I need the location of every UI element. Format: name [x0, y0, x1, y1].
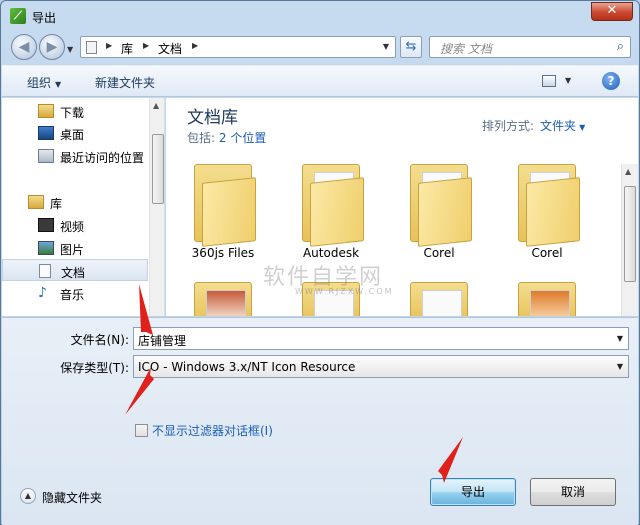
- export-dialog: ⟋ 导出 ✕ ◀ ▶ ▼ ▶ 库 ▶ 文档 ▶ ▼ ⇆ 搜索 文档 ⌕ 组织 ▼ …: [0, 0, 640, 525]
- annotation-arrow-export: [438, 437, 463, 483]
- annotation-arrows: [125, 284, 463, 483]
- annotation-arrow-filetype: [125, 367, 154, 415]
- annotation-arrow-filename: [139, 284, 153, 335]
